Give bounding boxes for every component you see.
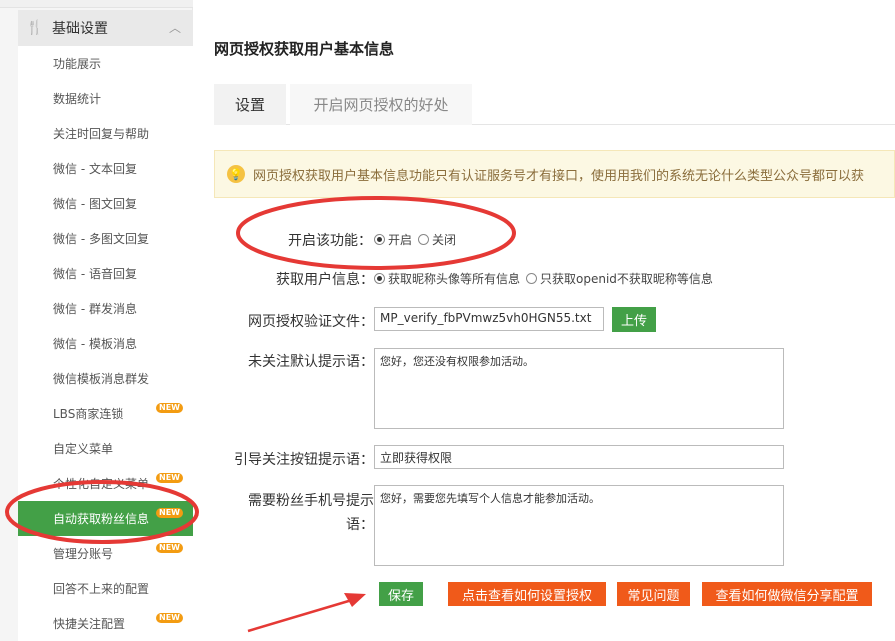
- enable-on-label[interactable]: 开启: [388, 231, 412, 248]
- verify-file-input[interactable]: MP_verify_fbPVmwz5vh0HGN55.txt: [374, 307, 604, 331]
- phone-prompt-label-line2: 语：: [346, 517, 374, 533]
- new-badge: NEW: [156, 473, 183, 483]
- sidebar-item[interactable]: 微信 - 图文回复: [18, 186, 193, 221]
- sidebar-item-label: 个性化自定义菜单: [53, 477, 150, 491]
- tip-text: 网页授权获取用户基本信息功能只有认证服务号才有接口，使用用我们的系统无论什么类型…: [253, 168, 865, 184]
- phone-prompt-textarea[interactable]: 您好，需要您先填写个人信息才能参加活动。: [374, 485, 784, 566]
- tools-icon: 🍴: [26, 20, 44, 36]
- lightbulb-icon: 💡: [227, 165, 245, 183]
- unfollow-prompt-textarea[interactable]: 您好，您还没有权限参加活动。: [374, 348, 784, 429]
- sidebar-item[interactable]: 微信 - 语音回复: [18, 256, 193, 291]
- upload-button[interactable]: 上传: [612, 307, 656, 332]
- sidebar-item-label: 微信 - 图文回复: [53, 197, 137, 211]
- sidebar-item[interactable]: 关注时回复与帮助: [18, 116, 193, 151]
- sidebar-item[interactable]: 微信 - 群发消息: [18, 291, 193, 326]
- sidebar-item[interactable]: 功能展示: [18, 46, 193, 81]
- enable-off-radio[interactable]: [418, 234, 430, 245]
- sidebar-item-label: 微信 - 模板消息: [53, 337, 137, 351]
- sidebar-item[interactable]: 微信 - 多图文回复: [18, 221, 193, 256]
- main-content: 网页授权获取用户基本信息 设置 开启网页授权的好处 💡 网页授权获取用户基本信息…: [214, 0, 895, 641]
- guide-prompt-input[interactable]: 立即获得权限: [374, 445, 784, 469]
- chevron-up-icon[interactable]: ︿: [169, 19, 181, 36]
- sidebar-item[interactable]: 自动获取粉丝信息 NEW: [18, 501, 193, 536]
- tab-benefits[interactable]: 开启网页授权的好处: [290, 84, 472, 125]
- enable-label: 开启该功能：: [288, 233, 372, 249]
- enable-radio-group: 开启 关闭: [374, 231, 462, 248]
- sidebar-item[interactable]: 个性化自定义菜单 NEW: [18, 466, 193, 501]
- sidebar-item-label: 功能展示: [53, 57, 102, 71]
- userinfo-all-label[interactable]: 获取昵称头像等所有信息: [388, 270, 520, 287]
- howto-auth-button[interactable]: 点击查看如何设置授权: [448, 582, 606, 606]
- enable-on-radio[interactable]: [374, 234, 385, 245]
- sidebar-item[interactable]: 自定义菜单: [18, 431, 193, 466]
- sidebar-menu: 功能展示数据统计关注时回复与帮助 微信 - 文本回复 微信 - 图文回复 微信 - 多…: [18, 46, 193, 641]
- verify-file-label: 网页授权验证文件：: [248, 314, 374, 330]
- sidebar-item-label: 微信 - 文本回复: [53, 162, 137, 176]
- userinfo-all-radio[interactable]: [374, 273, 385, 284]
- sidebar-item-label: 回答不上来的配置: [53, 582, 150, 596]
- sidebar-item[interactable]: LBS商家连锁 NEW: [18, 396, 193, 431]
- sidebar-item-label: 关注时回复与帮助: [53, 127, 150, 141]
- phone-prompt-label-line1: 需要粉丝手机号提示: [248, 493, 374, 509]
- sidebar-item-label: 管理分账号: [53, 547, 114, 561]
- info-tip: 💡 网页授权获取用户基本信息功能只有认证服务号才有接口，使用用我们的系统无论什么…: [214, 150, 895, 198]
- userinfo-label: 获取用户信息：: [276, 272, 374, 288]
- guide-prompt-label: 引导关注按钮提示语：: [234, 452, 374, 468]
- new-badge: NEW: [156, 508, 183, 518]
- sidebar-item-label: 微信 - 语音回复: [53, 267, 137, 281]
- sidebar-item[interactable]: 微信模板消息群发: [18, 361, 193, 396]
- sidebar-item-label: 微信 - 多图文回复: [53, 232, 149, 246]
- enable-off-label[interactable]: 关闭: [432, 231, 456, 248]
- page-title: 网页授权获取用户基本信息: [214, 40, 395, 58]
- sidebar-item[interactable]: 微信 - 模板消息: [18, 326, 193, 361]
- sidebar-item-label: 微信 - 群发消息: [53, 302, 137, 316]
- new-badge: NEW: [156, 403, 183, 413]
- sidebar-top-strip: [0, 0, 193, 8]
- new-badge: NEW: [156, 613, 183, 623]
- sidebar-item-label: 自动获取粉丝信息: [53, 512, 150, 526]
- sidebar-item-label: 快捷关注配置: [53, 617, 126, 631]
- userinfo-openid-radio[interactable]: [526, 273, 538, 284]
- phone-prompt-label: 需要粉丝手机号提示 语：: [214, 489, 374, 537]
- save-button[interactable]: 保存: [379, 582, 423, 606]
- sidebar-section-header[interactable]: 🍴 基础设置 ︿: [18, 10, 193, 46]
- sidebar-item-label: LBS商家连锁: [53, 407, 124, 421]
- sidebar-item[interactable]: 微信 - 文本回复: [18, 151, 193, 186]
- userinfo-openid-label[interactable]: 只获取openid不获取昵称等信息: [540, 270, 713, 287]
- unfollow-prompt-label: 未关注默认提示语：: [248, 354, 374, 370]
- sidebar-item[interactable]: 管理分账号 NEW: [18, 536, 193, 571]
- sidebar-section-title: 基础设置: [52, 21, 108, 37]
- sidebar-item[interactable]: 回答不上来的配置: [18, 571, 193, 606]
- sidebar-item-label: 自定义菜单: [53, 442, 114, 456]
- userinfo-radio-group: 获取昵称头像等所有信息 只获取openid不获取昵称等信息: [374, 270, 719, 287]
- faq-button[interactable]: 常见问题: [617, 582, 690, 606]
- sidebar-item-label: 数据统计: [53, 92, 102, 106]
- sidebar-item[interactable]: 数据统计: [18, 81, 193, 116]
- sidebar-item-label: 微信模板消息群发: [53, 372, 150, 386]
- tab-bar: 设置 开启网页授权的好处: [214, 84, 895, 125]
- sidebar: 🍴 基础设置 ︿ 功能展示数据统计关注时回复与帮助 微信 - 文本回复 微信 - 图…: [0, 0, 193, 641]
- sidebar-item[interactable]: 快捷关注配置 NEW: [18, 606, 193, 641]
- howto-share-button[interactable]: 查看如何做微信分享配置: [702, 582, 872, 606]
- new-badge: NEW: [156, 543, 183, 553]
- tab-settings[interactable]: 设置: [214, 84, 286, 125]
